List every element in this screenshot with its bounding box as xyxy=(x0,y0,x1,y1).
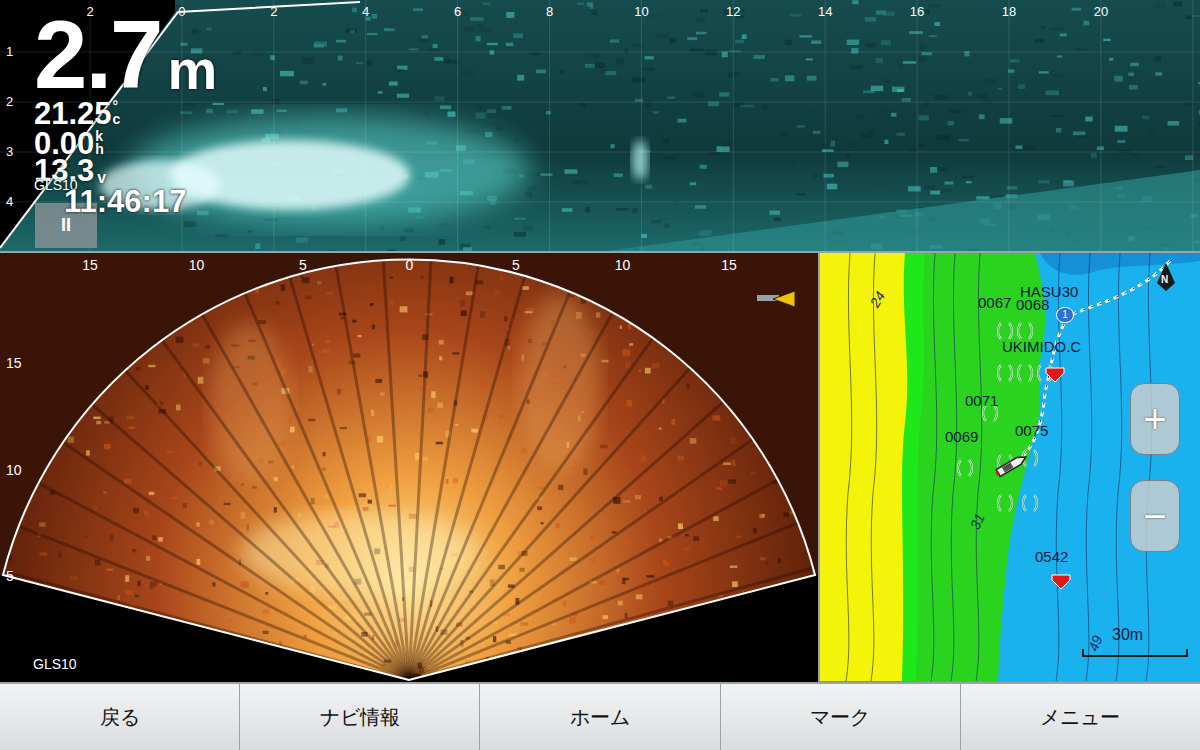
waypoint-label: 0071 xyxy=(965,393,998,408)
depth-value: 2.7 xyxy=(34,12,161,98)
temperature-unit: c xyxy=(113,113,121,126)
transducer-direction-icon xyxy=(755,289,797,309)
range-tick: 18 xyxy=(1002,2,1016,22)
voltage-unit: v xyxy=(97,170,106,186)
waypoint-label: 0067 xyxy=(978,295,1011,310)
depth-unit: m xyxy=(167,42,217,98)
boat-icon xyxy=(992,451,1032,479)
depth-tick: 5 xyxy=(6,566,14,587)
zoom-in-button[interactable]: + xyxy=(1130,383,1180,455)
readout-block: 2.7m21.25°c0.00kh13.3v xyxy=(34,12,217,186)
range-tick: 2 xyxy=(270,2,277,22)
chart-panel: 243149HASU30100670068UKIMIDO.C0071006900… xyxy=(820,253,1200,682)
range-tick: 0 xyxy=(406,255,414,276)
fish-mark-icon xyxy=(1016,363,1034,383)
range-tick: 10 xyxy=(189,255,205,276)
range-tick: 12 xyxy=(726,2,740,22)
speed-value: 0.00 xyxy=(34,128,94,159)
time: 11:46:17 xyxy=(64,186,186,217)
speed-unit-bottom: h xyxy=(95,143,104,156)
waypoint-label: 0542 xyxy=(1035,549,1068,564)
waypoint-marker-icon xyxy=(1050,573,1072,591)
range-tick: 15 xyxy=(82,255,98,276)
temperature-degree: ° xyxy=(113,100,121,113)
bottom-bar: 戻るナビ情報ホームマークメニュー xyxy=(0,684,1200,750)
depth-tick: 2 xyxy=(6,92,13,112)
north-label: N xyxy=(1161,275,1168,285)
range-tick: 4 xyxy=(362,2,369,22)
range-tick: 5 xyxy=(299,255,307,276)
lower-panels: 1510505101515105GLS10243149HASU301006700… xyxy=(0,253,1200,682)
depth-tick: 1 xyxy=(6,42,13,62)
fishfinder-screen: 20246810121416182012342.7m21.25°c0.00kh1… xyxy=(0,0,1200,750)
fish-mark-icon xyxy=(1016,321,1034,341)
depth-tick: 10 xyxy=(6,459,22,480)
waypoint-label: 0068 xyxy=(1016,297,1049,312)
range-tick: 16 xyxy=(910,2,924,22)
fish-mark-icon xyxy=(996,363,1014,383)
scale-label: 30m xyxy=(1112,627,1143,643)
nav-button[interactable]: 戻る xyxy=(0,684,240,750)
temperature-value: 21.25 xyxy=(34,98,112,129)
sonar-source: GLS10 xyxy=(33,657,77,671)
nav-button[interactable]: ナビ情報 xyxy=(240,684,480,750)
speed-unit-top: k xyxy=(95,130,104,143)
range-tick: 14 xyxy=(818,2,832,22)
nav-button[interactable]: マーク xyxy=(721,684,961,750)
fish-mark-icon xyxy=(956,458,974,478)
range-tick: 10 xyxy=(615,255,631,276)
depth-tick: 4 xyxy=(6,192,13,212)
zoom-out-button[interactable]: − xyxy=(1130,480,1180,552)
waypoint-label: 0069 xyxy=(945,429,978,444)
range-tick: 0 xyxy=(178,2,185,22)
live-sonar-image xyxy=(0,253,818,682)
fish-mark-icon xyxy=(1021,493,1039,513)
depth-tick: 3 xyxy=(6,142,13,162)
waypoint-label: UKIMIDO.C xyxy=(1002,339,1081,354)
waypoint-label: 0075 xyxy=(1015,423,1048,438)
depth-tick: 15 xyxy=(6,353,22,374)
range-tick: 15 xyxy=(721,255,737,276)
range-tick: 5 xyxy=(512,255,520,276)
down-scan-panel: 20246810121416182012342.7m21.25°c0.00kh1… xyxy=(0,0,1200,251)
waypoint-marker-icon xyxy=(1044,366,1066,384)
live-sonar-panel: 15 10 5 0 5 10 15 15 10 5 GLS10 xyxy=(0,253,818,682)
scale-bar xyxy=(1082,649,1188,657)
fish-mark-icon xyxy=(996,321,1014,341)
range-tick: 20 xyxy=(1094,2,1108,22)
nav-button[interactable]: ホーム xyxy=(480,684,720,750)
nav-button[interactable]: メニュー xyxy=(961,684,1200,750)
range-tick: 6 xyxy=(454,2,461,22)
range-tick: 8 xyxy=(546,2,553,22)
range-tick: 10 xyxy=(634,2,648,22)
route-point: 1 xyxy=(1056,307,1074,323)
fish-mark-icon xyxy=(996,493,1014,513)
